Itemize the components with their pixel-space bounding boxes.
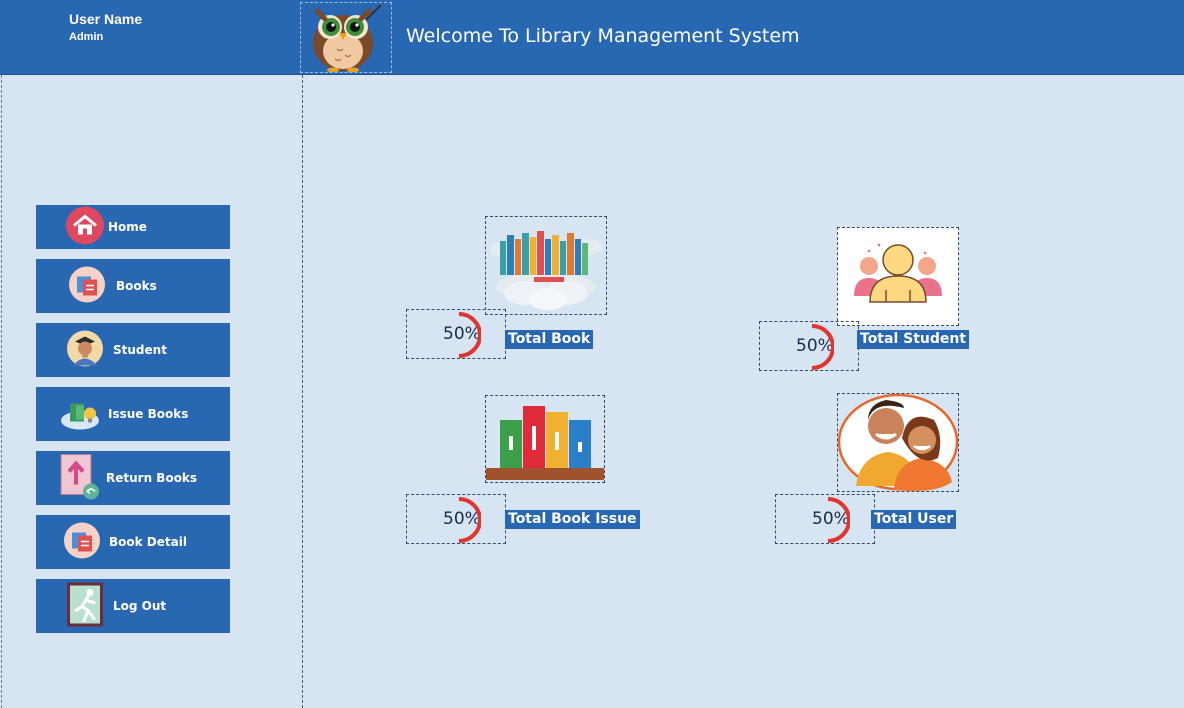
total-student-progress: 50%: [759, 321, 859, 371]
logout-icon: [66, 581, 104, 632]
user-name: User Name: [69, 11, 143, 27]
owl-icon: [300, 2, 392, 73]
total-book-progress: 50%: [406, 309, 506, 359]
users-icon: [837, 393, 959, 492]
sidebar-item-label: Log Out: [113, 599, 167, 613]
user-info: User Name Admin: [69, 11, 142, 43]
user-role: Admin: [69, 31, 104, 43]
return-books-icon: [58, 453, 102, 504]
sidebar-item-label: Student: [113, 343, 167, 357]
sidebar-item-label: Book Detail: [109, 535, 187, 549]
progress-arc: [458, 497, 481, 543]
students-icon: [837, 227, 959, 326]
sidebar-item-student[interactable]: Student: [36, 323, 230, 377]
books-cloud-icon: [485, 216, 607, 315]
home-icon: [66, 206, 104, 248]
books-icon: [68, 266, 106, 307]
sidebar-item-home[interactable]: Home: [36, 205, 230, 249]
issue-books-icon: [60, 394, 102, 435]
total-user-progress: 50%: [775, 494, 875, 544]
sidebar-item-books[interactable]: Books: [36, 259, 230, 313]
sidebar-item-log-out[interactable]: Log Out: [36, 579, 230, 633]
sidebar-item-label: Home: [108, 220, 147, 234]
progress-arc: [458, 312, 481, 358]
page-title: Welcome To Library Management System: [406, 25, 800, 47]
sidebar-item-label: Issue Books: [108, 407, 189, 421]
left-divider: [1, 75, 2, 708]
total-book-issue-progress: 50%: [406, 494, 506, 544]
app-header: User Name Admin Welcome To Library Manag…: [0, 0, 1184, 75]
sidebar-item-label: Return Books: [106, 471, 198, 485]
bookshelf-icon: [485, 395, 605, 483]
sidebar-item-label: Books: [116, 279, 157, 293]
sidebar-divider: [302, 75, 303, 708]
tile-label-total-user[interactable]: Total User: [871, 510, 957, 529]
sidebar-item-book-detail[interactable]: Book Detail: [36, 515, 230, 569]
progress-arc: [811, 324, 834, 370]
student-icon: [66, 330, 104, 371]
progress-arc: [827, 497, 850, 543]
sidebar-item-issue-books[interactable]: Issue Books: [36, 387, 230, 441]
sidebar-item-return-books[interactable]: Return Books: [36, 451, 230, 505]
tile-label-total-book[interactable]: Total Book: [505, 330, 594, 349]
tile-label-total-book-issue[interactable]: Total Book Issue: [505, 510, 640, 529]
book-detail-icon: [63, 522, 101, 563]
tile-label-total-student[interactable]: Total Student: [857, 330, 970, 349]
